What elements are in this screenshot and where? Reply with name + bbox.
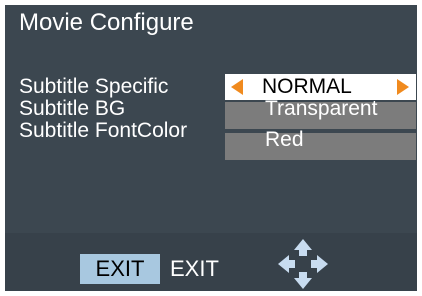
dpad-down-stem bbox=[299, 272, 307, 278]
arrow-right-icon[interactable] bbox=[397, 79, 409, 95]
label-subtitle-specific: Subtitle Specific bbox=[19, 75, 169, 98]
setting-subtitle-bg[interactable]: Transparent bbox=[225, 97, 416, 129]
osd-screen: Movie Configure Subtitle Specific Subtit… bbox=[5, 5, 417, 291]
dpad-right-stem bbox=[311, 260, 317, 268]
menu-title: Movie Configure bbox=[19, 9, 194, 36]
exit-button[interactable]: EXIT bbox=[80, 254, 160, 284]
dpad-down-icon bbox=[294, 278, 312, 289]
dpad-left-icon bbox=[278, 255, 289, 273]
label-subtitle-fontcolor: Subtitle FontColor bbox=[19, 119, 188, 142]
value-subtitle-fontcolor: Red bbox=[265, 128, 304, 151]
exit-label: EXIT bbox=[170, 256, 219, 281]
label-subtitle-bg: Subtitle BG bbox=[19, 97, 126, 120]
dpad-up-stem bbox=[299, 250, 307, 256]
arrow-left-icon[interactable] bbox=[231, 79, 243, 95]
setting-subtitle-fontcolor[interactable]: Red bbox=[225, 128, 416, 160]
dpad-up-icon bbox=[294, 239, 312, 250]
setting-labels: Subtitle Specific Subtitle BG Subtitle F… bbox=[19, 76, 187, 142]
dpad-arrows-icon bbox=[278, 239, 328, 289]
value-subtitle-bg: Transparent bbox=[265, 97, 378, 120]
footer-bar: EXIT EXIT bbox=[5, 233, 417, 291]
dpad-left-stem bbox=[289, 260, 295, 268]
dpad-right-icon bbox=[317, 255, 328, 273]
